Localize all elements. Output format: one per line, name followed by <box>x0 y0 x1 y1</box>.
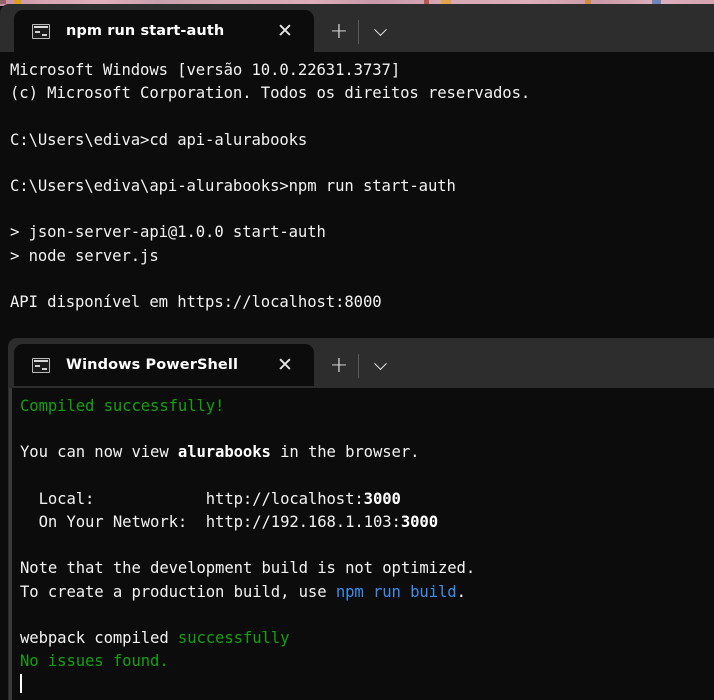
chevron-down-icon[interactable] <box>363 16 397 48</box>
console-icon <box>32 23 50 39</box>
terminal-text: Local: http://localhost: <box>20 489 364 508</box>
terminal-text: alurabooks <box>177 443 271 462</box>
toolbar-divider <box>358 354 359 378</box>
terminal-output-powershell: Compiled successfully! You can now view a… <box>8 388 714 700</box>
window2-titlebar[interactable]: Windows PowerShell ✕ + <box>8 338 714 388</box>
terminal-text: > node server.js <box>10 246 159 265</box>
tab-title: npm run start-auth <box>66 23 225 39</box>
terminal-text: To create a production build, use <box>20 582 336 601</box>
terminal-text: Microsoft Windows [versão 10.0.22631.373… <box>10 61 401 79</box>
terminal-line: On Your Network: http://192.168.1.103:30… <box>20 511 714 534</box>
terminal-text: C:\Users\ediva\api-alurabooks>npm run st… <box>10 176 456 195</box>
terminal-line <box>20 673 714 696</box>
terminal-text: . <box>456 582 466 601</box>
terminal-window-powershell[interactable]: Windows PowerShell ✕ + Compiled successf… <box>8 338 714 700</box>
terminal-line: API disponível em https://localhost:8000 <box>10 291 714 314</box>
terminal-window-command-prompt[interactable]: npm run start-auth ✕ + Microsoft Windows… <box>0 4 714 338</box>
terminal-text: (c) Microsoft Corporation. Todos os dire… <box>10 84 531 103</box>
terminal-line: > node server.js <box>10 245 714 268</box>
terminal-text: No issues found. <box>20 652 169 671</box>
terminal-text: Note that the development build is not o… <box>20 559 476 578</box>
terminal-line: Note that the development build is not o… <box>20 557 714 580</box>
terminal-line: No issues found. <box>20 650 714 673</box>
terminal-output-command-prompt: Microsoft Windows [versão 10.0.22631.373… <box>0 52 714 338</box>
terminal-line: webpack compiled successfully <box>20 627 714 650</box>
tab-npm-run-start-auth[interactable]: npm run start-auth ✕ <box>14 10 314 52</box>
console-icon <box>32 357 50 373</box>
terminal-text: in the browser. <box>270 443 420 462</box>
terminal-text: On Your Network: http://192.168.1.103: <box>20 512 401 531</box>
terminal-text: Compiled successfully! <box>20 397 225 415</box>
terminal-text: > json-server-api@1.0.0 start-auth <box>10 223 326 242</box>
window1-titlebar[interactable]: npm run start-auth ✕ + <box>0 4 714 52</box>
terminal-text: npm run build <box>335 582 457 601</box>
desktop-root: npm run start-auth ✕ + Microsoft Windows… <box>0 0 714 700</box>
window1-terminal-body[interactable]: Microsoft Windows [versão 10.0.22631.373… <box>0 52 714 338</box>
tab-title: Windows PowerShell <box>66 357 239 373</box>
terminal-line: To create a production build, use npm ru… <box>20 581 714 604</box>
new-tab-icon[interactable]: + <box>322 16 356 48</box>
terminal-line: C:\Users\ediva\api-alurabooks>npm run st… <box>10 175 714 198</box>
terminal-text: successfully <box>177 628 290 647</box>
toolbar-divider <box>358 20 359 44</box>
window2-terminal-body[interactable]: Compiled successfully! You can now view a… <box>8 388 714 700</box>
terminal-text: webpack compiled <box>20 628 178 647</box>
terminal-text: 3000 <box>363 489 401 508</box>
terminal-text: 3000 <box>400 512 438 531</box>
terminal-text: You can now view <box>20 443 178 462</box>
terminal-line: > json-server-api@1.0.0 start-auth <box>10 221 714 244</box>
terminal-text: C:\Users\ediva>cd api-alurabooks <box>10 130 308 149</box>
terminal-line: Local: http://localhost:3000 <box>20 488 714 511</box>
chevron-down-icon[interactable] <box>363 350 397 382</box>
terminal-line: C:\Users\ediva>cd api-alurabooks <box>10 129 714 152</box>
close-icon[interactable]: ✕ <box>272 352 298 378</box>
new-tab-icon[interactable]: + <box>322 350 356 382</box>
scrollbar-thumb[interactable] <box>9 388 12 700</box>
terminal-line: You can now view alurabooks in the brows… <box>20 441 714 464</box>
terminal-line: (c) Microsoft Corporation. Todos os dire… <box>10 82 714 105</box>
text-cursor <box>20 674 22 694</box>
close-icon[interactable]: ✕ <box>272 18 298 44</box>
terminal-line: Compiled successfully! <box>20 395 714 418</box>
terminal-text: API disponível em https://localhost:8000 <box>10 292 382 311</box>
tab-windows-powershell[interactable]: Windows PowerShell ✕ <box>14 344 314 386</box>
terminal-line: Microsoft Windows [versão 10.0.22631.373… <box>10 59 714 82</box>
